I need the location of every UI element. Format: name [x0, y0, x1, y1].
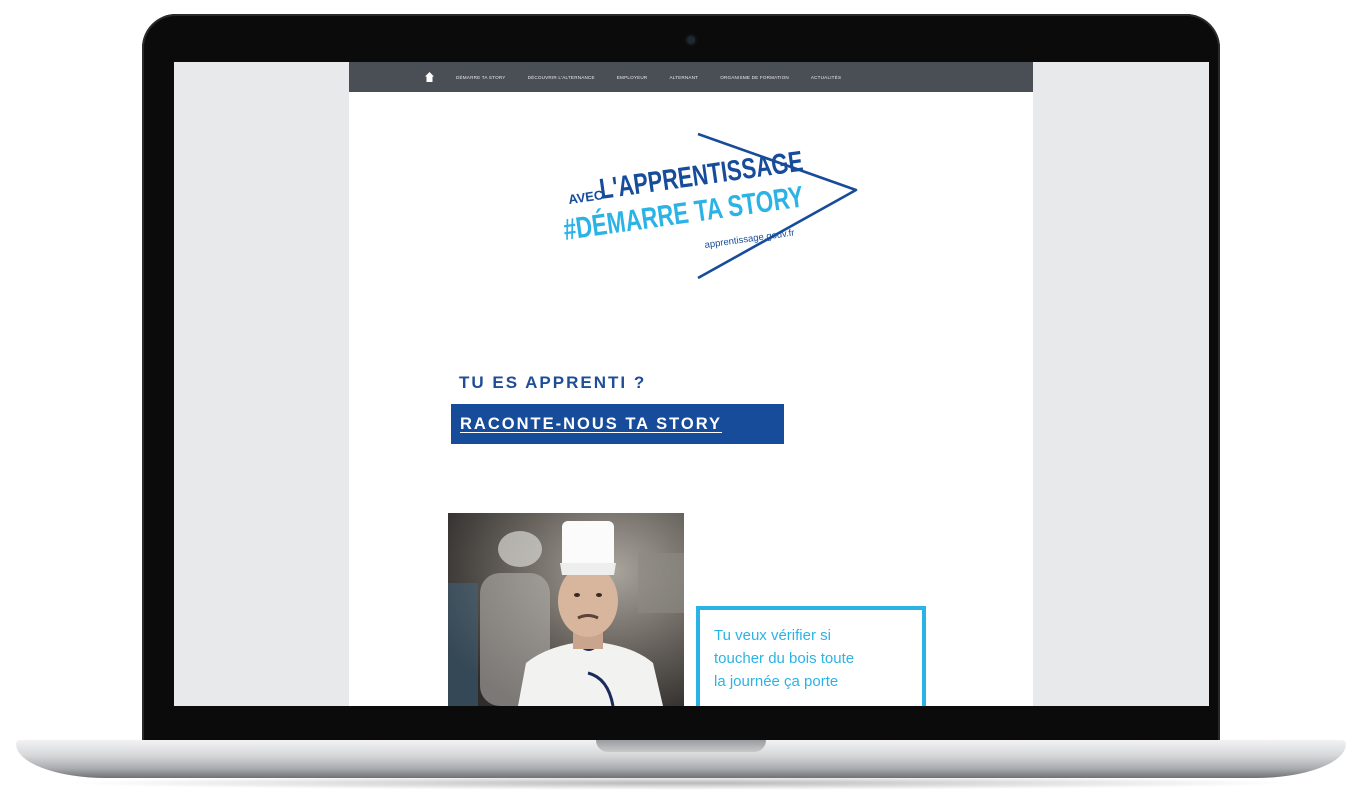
nav-item-actualites[interactable]: ACTUALITÉS: [811, 75, 841, 80]
quote-line-1: Tu veux vérifier si: [714, 627, 831, 644]
quote-line-2: toucher du bois toute: [714, 650, 855, 667]
laptop-notch: [596, 740, 766, 752]
campaign-logo[interactable]: AVEC L'APPRENTISSAGE #DÉMARRE TA STORY a…: [563, 132, 863, 282]
quote-line-3: la journée ça porte: [714, 673, 839, 690]
nav-item-organisme-de-formation[interactable]: ORGANISME DE FORMATION: [720, 75, 789, 80]
web-page: DÉMARRE TA STORY DÉCOUVRIR L'ALTERNANCE …: [349, 62, 1033, 706]
nav-item-employeur[interactable]: EMPLOYEUR: [617, 75, 648, 80]
raconte-nous-label: RACONTE-NOUS TA STORY: [460, 414, 723, 433]
nav-item-demarre-ta-story[interactable]: DÉMARRE TA STORY: [456, 75, 506, 80]
webcam-icon: [687, 36, 695, 44]
testimonial-card[interactable]: Tu veux vérifier si toucher du bois tout…: [696, 606, 926, 706]
laptop-screen: DÉMARRE TA STORY DÉCOUVRIR L'ALTERNANCE …: [174, 62, 1209, 706]
logo-url: apprentissage.gouv.fr: [704, 227, 795, 251]
house-icon[interactable]: [425, 72, 434, 82]
top-navigation: DÉMARRE TA STORY DÉCOUVRIR L'ALTERNANCE …: [349, 62, 1033, 92]
nav-item-decouvrir-alternance[interactable]: DÉCOUVRIR L'ALTERNANCE: [528, 75, 595, 80]
hero-subtitle: TU ES APPRENTI ?: [459, 373, 647, 392]
laptop-shadow: [60, 776, 1302, 790]
nav-item-alternant[interactable]: ALTERNANT: [669, 75, 698, 80]
raconte-nous-button[interactable]: RACONTE-NOUS TA STORY: [451, 404, 784, 444]
apprentice-chef-photo: [448, 513, 684, 706]
